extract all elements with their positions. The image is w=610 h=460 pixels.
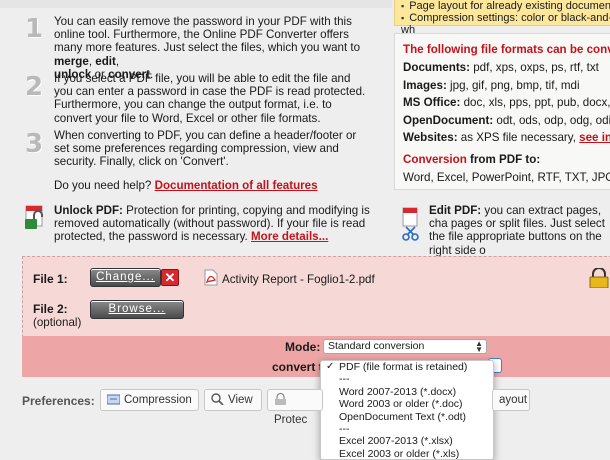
view-button[interactable]: View	[204, 389, 262, 411]
protection-button[interactable]: Protec	[267, 389, 323, 426]
layout-button[interactable]: ayout	[492, 389, 530, 411]
more-details-link[interactable]: More details...	[251, 230, 328, 243]
formats-opendocument: OpenDocument: odt, ods, odp, odg, odi, o…	[403, 114, 610, 127]
step-number-2: 2	[25, 72, 44, 102]
step-2-text: If you select a PDF file, you will be ab…	[54, 72, 366, 125]
edit-text: Edit PDF: you can extract pages, cha pag…	[429, 204, 605, 257]
convert-to-dropdown[interactable]: PDF (file format is retained) --- Word 2…	[320, 360, 494, 460]
file1-label: File 1:	[33, 272, 68, 286]
conversion-from-list: Word, Excel, PowerPoint, RTF, TXT, JPG	[403, 171, 610, 184]
unlock-text: Unlock PDF: Protection for printing, cop…	[54, 204, 370, 244]
top-strip	[0, 0, 392, 8]
compression-button[interactable]: Compression	[100, 389, 199, 411]
help-line: Do you need help? Documentation of all f…	[54, 179, 318, 192]
formats-office: MS Office: doc, xls, pps, ppt, pub, docx…	[403, 96, 610, 109]
formats-panel: The following file formats can be conv D…	[394, 33, 610, 190]
edit-pdf-icon	[401, 207, 421, 243]
view-icon	[211, 392, 224, 406]
formats-documents: Documents: pdf, xps, oxps, ps, rtf, txt	[403, 61, 599, 74]
documentation-link[interactable]: Documentation of all features	[155, 179, 318, 192]
file2-label: File 2:	[33, 302, 68, 316]
dropdown-option-pdf[interactable]: PDF (file format is retained)	[321, 361, 493, 374]
mode-label: Mode:	[285, 340, 321, 354]
formats-heading: The following file formats can be conv	[403, 43, 610, 56]
preferences-label: Preferences:	[22, 394, 95, 408]
pdf-file-icon	[204, 269, 218, 286]
mode-select[interactable]: Standard conversion ▲ ▼	[323, 339, 487, 354]
feature-item: Page layout for already existing documen…	[401, 0, 610, 12]
dropdown-option-xlsx[interactable]: Excel 2007-2013 (*.xlsx)	[321, 435, 493, 447]
features-list-box: Page layout for already existing documen…	[394, 0, 610, 36]
step-number-1: 1	[25, 14, 44, 44]
formats-images: Images: jpg, gif, png, bmp, tif, mdi	[403, 79, 580, 92]
remove-file-button[interactable]: ✕	[161, 269, 179, 286]
step-number-3: 3	[25, 129, 44, 159]
unlock-pdf-icon	[24, 205, 46, 231]
change-file-button[interactable]: Change...	[90, 268, 161, 287]
file1-name: Activity Report - Foglio1-2.pdf	[222, 273, 375, 286]
formats-websites: Websites: as XPS file necessary, see ins…	[403, 131, 610, 144]
dropdown-option-xls[interactable]: Excel 2003 or older (*.xls)	[321, 448, 493, 460]
dropdown-separator: ---	[339, 422, 350, 435]
dropdown-option-doc[interactable]: Word 2003 or older (*.doc)	[321, 398, 493, 410]
lock-icon	[588, 267, 610, 289]
see-instructions-link[interactable]: see instr	[579, 131, 610, 144]
dropdown-separator: ---	[339, 373, 350, 386]
step-3-text: When converting to PDF, you can define a…	[54, 129, 357, 169]
compression-icon	[106, 392, 121, 405]
dropdown-option-docx[interactable]: Word 2007-2013 (*.docx)	[321, 386, 493, 398]
conversion-from-heading: Conversion from PDF to:	[403, 153, 541, 166]
dropdown-option-odt[interactable]: OpenDocument Text (*.odt)	[321, 411, 493, 423]
file2-optional: (optional)	[33, 316, 82, 329]
browse-button[interactable]: Browse...	[90, 300, 184, 319]
lock-small-icon	[274, 392, 287, 405]
select-arrows-icon: ▲ ▼	[475, 339, 483, 354]
